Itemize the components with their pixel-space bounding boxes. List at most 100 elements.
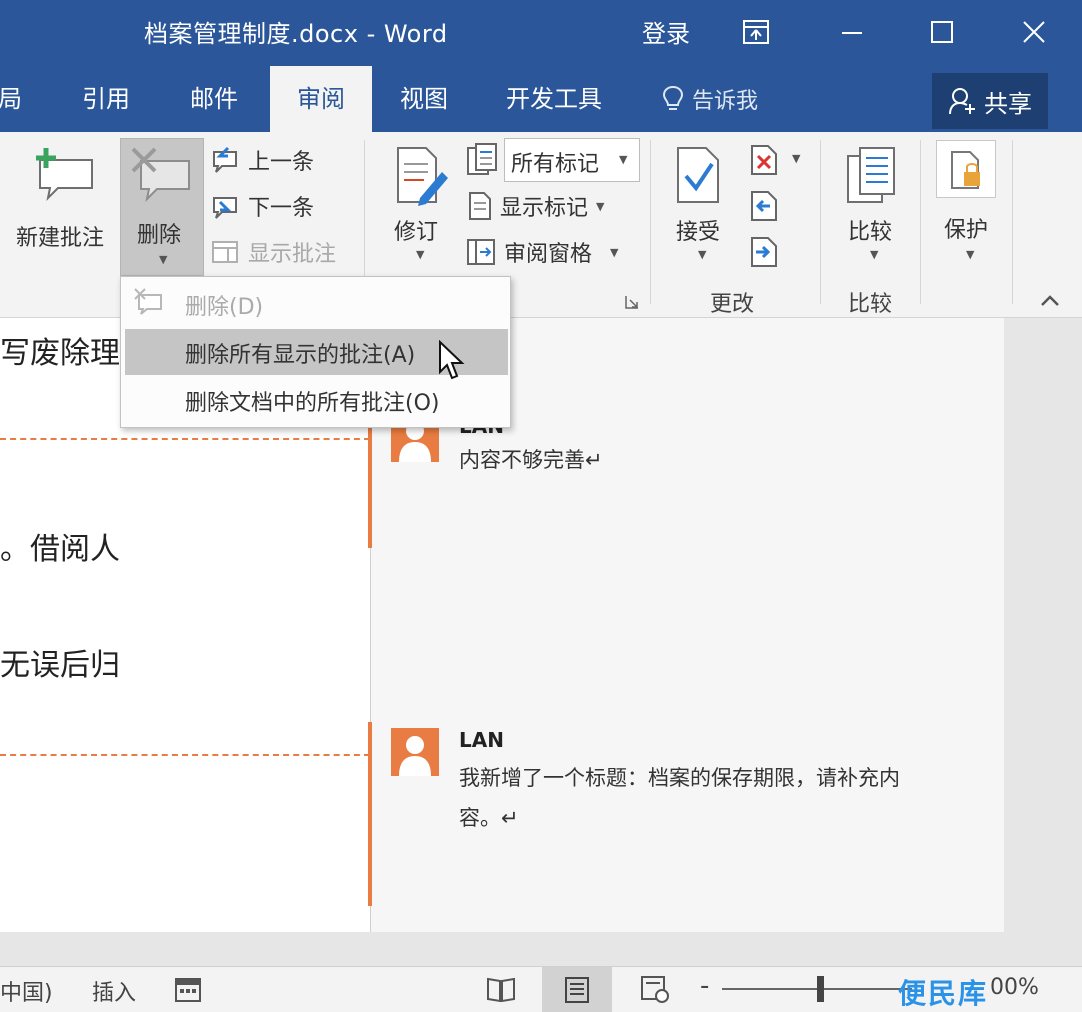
- watermark: 便民库: [898, 977, 989, 1010]
- vertical-scrollbar[interactable]: [1004, 318, 1082, 932]
- comment-connector: [368, 722, 372, 906]
- delete-comment-small-icon: [134, 288, 162, 315]
- tab-view[interactable]: 视图: [400, 66, 452, 132]
- comment-text[interactable]: 内容不够完善↵: [459, 440, 603, 480]
- login-link[interactable]: 登录: [642, 14, 690, 49]
- tell-me-search[interactable]: 告诉我: [662, 83, 758, 115]
- menu-item-delete-all-in-document[interactable]: 删除文档中的所有批注(O): [185, 385, 439, 417]
- tracking-dialog-launcher-icon[interactable]: [624, 294, 640, 310]
- show-comments-label: 显示批注: [248, 242, 337, 267]
- close-icon[interactable]: [1014, 12, 1054, 52]
- menu-item-delete-all-shown[interactable]: 删除所有显示的批注(A): [185, 337, 415, 369]
- previous-change-icon[interactable]: [750, 190, 778, 222]
- accept-caret-icon[interactable]: ▼: [698, 248, 706, 261]
- next-change-icon[interactable]: [750, 236, 778, 268]
- read-mode-icon[interactable]: [486, 975, 516, 1003]
- show-markup-caret-icon: ▼: [596, 199, 605, 213]
- collapse-ribbon-icon[interactable]: [1040, 294, 1060, 308]
- ribbon-separator: [650, 140, 651, 304]
- reviewing-pane-icon: [467, 239, 495, 265]
- macro-record-icon[interactable]: [174, 975, 202, 1003]
- zoom-level[interactable]: 00%: [990, 975, 1039, 1000]
- show-comments-icon: [212, 241, 238, 263]
- mouse-cursor-icon: [439, 340, 465, 380]
- next-comment-icon: [213, 197, 237, 219]
- previous-comment-button[interactable]: 上一条: [210, 144, 314, 176]
- track-changes-caret-icon[interactable]: ▼: [416, 248, 424, 261]
- language-status[interactable]: 中国): [0, 975, 53, 1007]
- comment-connector: [368, 422, 372, 548]
- print-layout-view-button[interactable]: [542, 967, 612, 1012]
- web-layout-icon[interactable]: [640, 975, 670, 1003]
- ribbon-separator: [920, 140, 921, 304]
- maximize-icon[interactable]: [922, 12, 962, 52]
- protect-label: 保护: [944, 218, 989, 243]
- show-markup-label: 显示标记: [500, 196, 589, 221]
- share-button[interactable]: 共享: [932, 73, 1048, 129]
- markup-select-caret-icon: ▼: [619, 153, 628, 166]
- ribbon-tab-row: 局 引用 邮件 审阅 视图 开发工具 告诉我: [0, 66, 1082, 132]
- comment-anchor-line: [0, 438, 370, 440]
- changes-group-label: 更改: [710, 292, 755, 317]
- accept-label: 接受: [676, 220, 721, 245]
- menu-item-delete: 删除(D): [185, 295, 264, 320]
- reviewing-pane-label: 审阅窗格: [504, 242, 593, 267]
- window-title: 档案管理制度.docx - Word: [144, 20, 448, 48]
- next-comment-button[interactable]: 下一条: [210, 190, 314, 222]
- add-user-icon: [949, 88, 975, 115]
- tab-developer[interactable]: 开发工具: [506, 66, 606, 132]
- tab-layout[interactable]: 局: [0, 66, 28, 132]
- reject-caret-icon: ▼: [792, 152, 801, 165]
- comment-text[interactable]: 容。↵: [459, 798, 519, 838]
- track-changes-icon: [397, 147, 448, 206]
- compare-caret-icon[interactable]: ▼: [870, 248, 878, 261]
- protect-caret-icon[interactable]: ▼: [966, 248, 974, 261]
- markup-select[interactable]: 所有标记 ▼: [504, 138, 640, 182]
- tab-review[interactable]: 审阅: [270, 66, 372, 132]
- reviewing-pane-button[interactable]: 审阅窗格 ▼: [466, 236, 618, 268]
- delete-label: 删除: [137, 223, 182, 248]
- tab-mailings[interactable]: 邮件: [190, 66, 242, 132]
- comment-text[interactable]: 我新增了一个标题：档案的保存期限，请补充内: [459, 758, 900, 798]
- delete-comment-icon: [131, 147, 190, 203]
- share-label: 共享: [984, 89, 1032, 118]
- protect-button[interactable]: 保护 ▼: [934, 140, 1000, 268]
- accept-icon: [677, 147, 719, 203]
- new-comment-button[interactable]: 新建批注: [12, 142, 118, 262]
- comment-author: LAN: [459, 728, 504, 752]
- title-bar: 档案管理制度.docx - Word 登录: [0, 0, 1082, 66]
- lightbulb-icon: [662, 85, 684, 110]
- show-markup-button[interactable]: 显示标记 ▼: [468, 190, 604, 222]
- tab-references[interactable]: 引用: [82, 66, 134, 132]
- previous-comment-icon: [213, 146, 237, 173]
- track-changes-label: 修订: [394, 220, 439, 245]
- document-line: 无误后归: [0, 648, 120, 683]
- minimize-icon[interactable]: [832, 12, 872, 52]
- zoom-slider-thumb[interactable]: [817, 976, 824, 1002]
- zoom-out-button[interactable]: -: [700, 971, 709, 1001]
- insert-mode-status[interactable]: 插入: [92, 975, 136, 1007]
- reject-button[interactable]: ▼: [750, 144, 800, 180]
- show-markup-icon: [469, 192, 491, 220]
- delete-dropdown-caret-icon[interactable]: ▼: [159, 253, 167, 266]
- user-avatar-icon: [391, 728, 439, 776]
- accept-button[interactable]: 接受 ▼: [670, 146, 730, 268]
- document-line: 。借阅人: [0, 532, 120, 567]
- compare-icon: [847, 147, 895, 203]
- display-for-review-icon: [467, 143, 497, 175]
- document-line: 写废除理: [0, 336, 120, 371]
- new-comment-label: 新建批注: [16, 226, 105, 251]
- compare-button[interactable]: 比较 ▼: [840, 146, 906, 268]
- markup-select-value: 所有标记: [511, 152, 600, 177]
- ribbon-separator: [1012, 140, 1013, 304]
- compare-group-label: 比较: [848, 292, 893, 317]
- track-changes-button[interactable]: 修订 ▼: [388, 146, 450, 268]
- show-comments-button[interactable]: 显示批注: [210, 236, 336, 268]
- status-bar: 中国) 插入 - 00% 便民库: [0, 966, 1082, 1012]
- ribbon-display-options-icon[interactable]: [736, 12, 776, 52]
- delete-comment-button[interactable]: 删除 ▼: [120, 138, 204, 276]
- reject-icon: [751, 145, 777, 175]
- lock-document-icon: [951, 151, 980, 189]
- reviewing-pane-caret-icon: ▼: [610, 245, 619, 259]
- print-layout-icon: [565, 977, 589, 1003]
